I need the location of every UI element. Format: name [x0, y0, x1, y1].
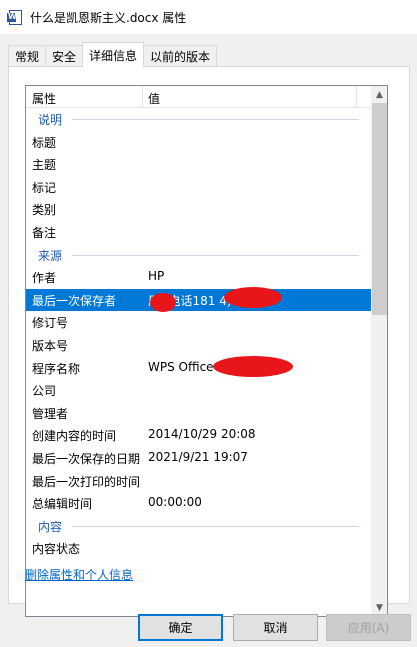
group-header[interactable]: 说明: [26, 108, 371, 130]
property-name: 程序名称: [32, 361, 81, 376]
properties-list[interactable]: 属性 值 说明标题主题标记类别备注来源作者 HP 最后一次保存者厂 (电话181 4…: [25, 85, 388, 617]
property-name: 管理者: [32, 406, 69, 421]
title-bar: W 什么是凯恩斯主义.docx 属性: [0, 0, 417, 34]
group-label: 说明: [38, 113, 63, 127]
property-row[interactable]: 主题: [26, 153, 371, 175]
redaction-mark: [150, 293, 176, 312]
property-row[interactable]: 管理者: [26, 402, 371, 424]
group-divider: [72, 525, 359, 527]
group-divider: [72, 254, 359, 256]
property-row[interactable]: 标题: [26, 131, 371, 153]
property-row[interactable]: 类别: [26, 198, 371, 220]
list-header: 属性 值: [26, 86, 371, 108]
property-row[interactable]: 备注: [26, 221, 371, 243]
vertical-scrollbar[interactable]: ▲ ▼: [371, 86, 387, 616]
property-row[interactable]: 总编辑时间 00:00:00: [26, 492, 371, 514]
property-row[interactable]: 最后一次保存的日期 2021/9/21 19:07: [26, 447, 371, 469]
property-value: HP: [148, 269, 165, 284]
property-row[interactable]: 最后一次保存者厂 (电话181 4): [26, 288, 371, 311]
property-row[interactable]: 创建内容的时间 2014/10/29 20:08: [26, 424, 371, 446]
tab-previous-versions[interactable]: 以前的版本: [143, 45, 218, 67]
redaction-mark: [213, 356, 293, 377]
property-name: 备注: [32, 226, 57, 240]
tab-strip: 常规 安全 详细信息 以前的版本: [8, 42, 218, 67]
property-row[interactable]: 内容状态: [26, 537, 371, 559]
scrollbar-thumb[interactable]: [372, 103, 387, 315]
group-header[interactable]: 内容: [26, 515, 371, 537]
property-value: 2014/10/29 20:08: [148, 427, 256, 442]
property-row[interactable]: 公司: [26, 379, 371, 401]
property-name: 主题: [32, 158, 57, 173]
property-value: 2021/9/21 19:07: [148, 450, 248, 464]
group-header[interactable]: 来源: [26, 244, 371, 266]
property-name: 最后一次保存者: [32, 293, 117, 308]
header-value[interactable]: 值: [148, 90, 160, 107]
property-name: 总编辑时间: [32, 497, 93, 512]
property-name: 最后一次打印的时间: [32, 474, 141, 489]
property-name: 最后一次保存的日期: [32, 452, 141, 466]
tab-general[interactable]: 常规: [8, 45, 47, 67]
property-name: 创建内容的时间: [32, 429, 117, 444]
property-row[interactable]: 最后一次打印的时间: [26, 470, 371, 492]
property-name: 标记: [32, 180, 57, 195]
group-label: 来源: [38, 248, 63, 263]
cancel-button[interactable]: 取消: [233, 614, 318, 641]
ok-button[interactable]: 确定: [138, 614, 223, 641]
property-name: 标题: [32, 135, 57, 150]
property-name: 内容状态: [32, 542, 81, 557]
property-name: 版本号: [32, 339, 69, 353]
tab-security[interactable]: 安全: [45, 45, 84, 67]
property-row[interactable]: 作者 HP: [26, 266, 371, 288]
property-name: 作者: [32, 271, 57, 286]
group-label: 内容: [38, 519, 63, 534]
tab-details[interactable]: 详细信息: [82, 42, 145, 67]
property-value: 00:00:00: [148, 495, 202, 510]
property-name: 公司: [32, 384, 57, 399]
header-separator[interactable]: [142, 86, 143, 108]
redaction-mark: [224, 287, 282, 308]
header-property[interactable]: 属性: [32, 90, 56, 107]
property-name: 类别: [32, 203, 57, 218]
header-separator[interactable]: [356, 86, 357, 108]
scroll-up-icon[interactable]: ▲: [371, 86, 387, 103]
property-name: 修订号: [32, 316, 69, 331]
details-panel: 属性 值 说明标题主题标记类别备注来源作者 HP 最后一次保存者厂 (电话181 4…: [8, 66, 410, 617]
property-row[interactable]: 程序名称WPS Office F1E327B...: [26, 357, 371, 379]
apply-button[interactable]: 应用(A): [326, 614, 411, 641]
property-row[interactable]: 修订号: [26, 311, 371, 333]
property-row[interactable]: 标记: [26, 176, 371, 198]
word-document-icon: W: [7, 10, 22, 25]
remove-properties-link[interactable]: 删除属性和个人信息: [25, 566, 133, 583]
window-title: 什么是凯恩斯主义.docx 属性: [30, 11, 187, 25]
property-row[interactable]: 版本号: [26, 334, 371, 356]
group-divider: [72, 119, 359, 120]
